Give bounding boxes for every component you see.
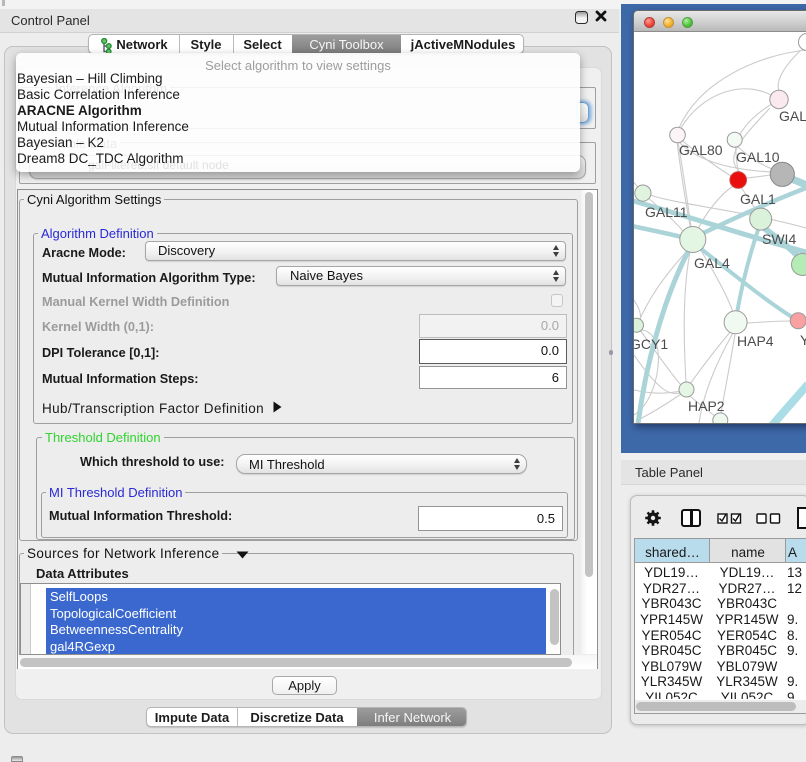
svg-text:GAL80: GAL80 [679, 142, 723, 158]
svg-text:GAL11: GAL11 [645, 204, 688, 220]
svg-text:GCY1: GCY1 [634, 336, 668, 352]
svg-text:GAL: GAL [779, 108, 806, 124]
svg-text:GAL10: GAL10 [736, 149, 780, 165]
svg-text:Y: Y [800, 332, 806, 348]
svg-text:HAP2: HAP2 [688, 398, 725, 414]
svg-text:GAL1: GAL1 [740, 191, 776, 207]
svg-text:HAP4: HAP4 [737, 333, 774, 349]
svg-text:SWI4: SWI4 [762, 231, 796, 247]
svg-text:GAL4: GAL4 [694, 255, 730, 271]
